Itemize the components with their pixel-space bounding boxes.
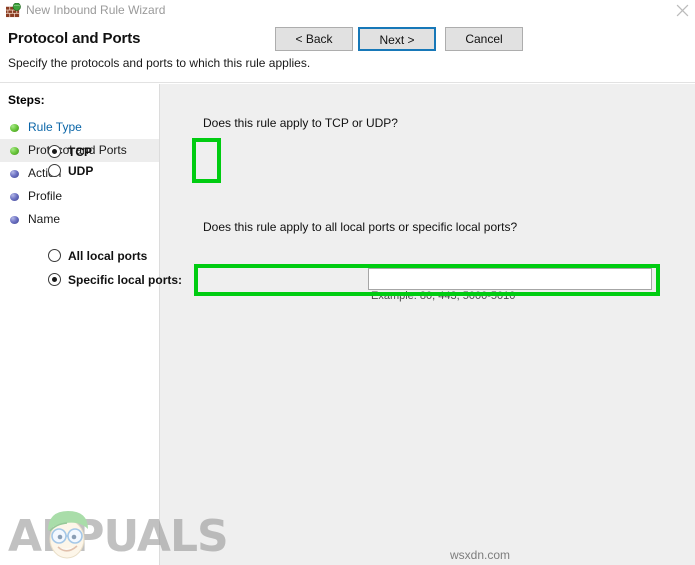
protocol-question-label: Does this rule apply to TCP or UDP? bbox=[203, 116, 398, 130]
sidebar-item-rule-type[interactable]: Rule Type bbox=[0, 116, 159, 139]
sidebar-item-name[interactable]: Name bbox=[0, 208, 159, 231]
step-bullet-icon bbox=[10, 170, 19, 178]
page-title: Protocol and Ports bbox=[8, 30, 141, 47]
next-button[interactable]: Next > bbox=[358, 27, 436, 51]
step-bullet-icon bbox=[10, 216, 19, 224]
ports-example-hint: Example: 80, 443, 5000-5010 bbox=[371, 290, 516, 302]
radio-specific-local-ports-label: Specific local ports: bbox=[68, 273, 183, 287]
radio-indicator-icon bbox=[48, 273, 61, 286]
appuals-mascot-icon bbox=[48, 511, 88, 559]
ports-question-label: Does this rule apply to all local ports … bbox=[203, 220, 518, 234]
radio-indicator-icon bbox=[48, 145, 61, 158]
sidebar-item-profile[interactable]: Profile bbox=[0, 185, 159, 208]
step-bullet-icon bbox=[10, 147, 19, 155]
cancel-button[interactable]: Cancel bbox=[445, 27, 523, 51]
close-icon[interactable] bbox=[676, 4, 689, 17]
appuals-watermark-logo: APPUALS bbox=[8, 505, 229, 565]
sidebar-item-label: Profile bbox=[28, 189, 63, 203]
radio-tcp-label: TCP bbox=[68, 145, 92, 159]
sidebar-item-label: Name bbox=[28, 212, 61, 226]
steps-label: Steps: bbox=[8, 93, 45, 107]
radio-indicator-icon bbox=[48, 249, 61, 262]
back-button[interactable]: < Back bbox=[275, 27, 353, 51]
sidebar-item-label: Rule Type bbox=[28, 120, 82, 134]
radio-indicator-icon bbox=[48, 164, 61, 177]
specific-local-ports-input[interactable] bbox=[368, 268, 652, 290]
page-subtitle: Specify the protocols and ports to which… bbox=[8, 56, 311, 70]
step-bullet-icon bbox=[10, 124, 19, 132]
radio-all-local-ports-label: All local ports bbox=[68, 249, 148, 263]
window-title: New Inbound Rule Wizard bbox=[26, 3, 166, 17]
window-title-bar: New Inbound Rule Wizard bbox=[0, 0, 695, 20]
radio-udp-label: UDP bbox=[68, 164, 94, 178]
wizard-footer bbox=[160, 505, 695, 565]
main-content: Does this rule apply to TCP or UDP? Does… bbox=[160, 84, 695, 565]
firewall-icon bbox=[6, 3, 21, 18]
step-bullet-icon bbox=[10, 193, 19, 201]
watermark-url: wsxdn.com bbox=[450, 548, 511, 562]
